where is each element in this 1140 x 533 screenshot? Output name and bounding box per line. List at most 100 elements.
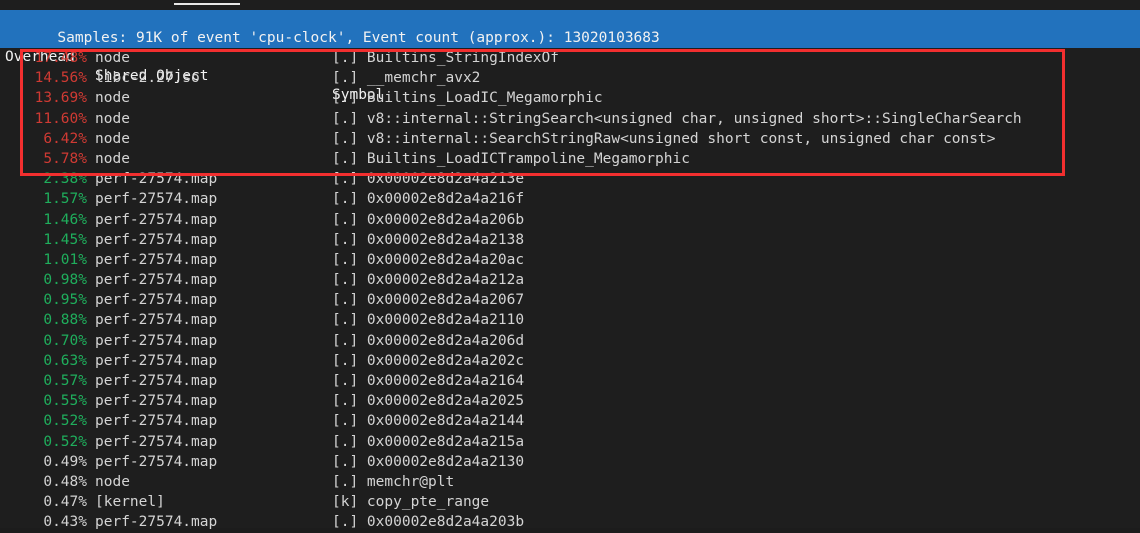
overhead-percent: 0.43% — [43, 514, 87, 531]
samples-summary-line: Samples: 91K of event 'cpu-clock', Event… — [0, 10, 1140, 46]
table-row[interactable]: 0.43% perf-27574.map [.] 0x00002e8d2a4a203… — [0, 512, 1140, 532]
shared-object-name: node — [95, 90, 130, 107]
symbol-cell: [.] 0x00002e8d2a4a212a — [332, 272, 525, 289]
shared-object-name: perf-27574.map — [95, 272, 218, 289]
symbol-cell: [.] 0x00002e8d2a4a202c — [332, 352, 525, 369]
table-row[interactable]: 0.52% perf-27574.map [.] 0x00002e8d2a4a214… — [0, 411, 1140, 431]
symbol-cell: [.] v8::internal::SearchStringRaw<unsign… — [332, 130, 996, 147]
symbol-cell: [.] 0x00002e8d2a4a206b — [332, 211, 525, 228]
table-row[interactable]: 1.46% perf-27574.map [.] 0x00002e8d2a4a206… — [0, 210, 1140, 230]
symbol-cell: [.] 0x00002e8d2a4a2025 — [332, 393, 525, 410]
overhead-percent: 2.38% — [43, 171, 87, 188]
column-header-row: Overhead Shared Object Symbol — [0, 29, 1140, 103]
table-row[interactable]: 1.01% perf-27574.map [.] 0x00002e8d2a4a20a… — [0, 250, 1140, 270]
perf-report-terminal: Samples: 91K of event 'cpu-clock', Event… — [0, 0, 1140, 530]
shared-object-name: node — [95, 150, 130, 167]
table-row[interactable]: 6.42% node [.] v8::internal::SearchStringR… — [0, 129, 1140, 149]
shared-object-name: perf-27574.map — [95, 352, 218, 369]
symbol-cell: [.] v8::internal::StringSearch<unsigned … — [332, 110, 1022, 127]
table-row[interactable]: 11.60% node [.] v8::internal::StringSearch… — [0, 109, 1140, 129]
symbol-cell: [.] 0x00002e8d2a4a2130 — [332, 453, 525, 470]
table-row[interactable]: 1.57% perf-27574.map [.] 0x00002e8d2a4a216… — [0, 189, 1140, 209]
shared-object-name: perf-27574.map — [95, 191, 218, 208]
shared-object-name: [kernel] — [95, 494, 165, 511]
symbol-cell: [.] memchr@plt — [332, 473, 455, 490]
overhead-percent: 1.45% — [43, 231, 87, 248]
table-row[interactable]: 13.69% node [.] Builtins_LoadIC_Megamorphi… — [0, 88, 1140, 108]
overhead-percent: 1.01% — [43, 251, 87, 268]
table-row[interactable]: 2.38% perf-27574.map [.] 0x00002e8d2a4a213… — [0, 169, 1140, 189]
symbol-cell: [.] 0x00002e8d2a4a2144 — [332, 413, 525, 430]
table-row[interactable]: 0.49% perf-27574.map [.] 0x00002e8d2a4a213… — [0, 452, 1140, 472]
overhead-percent: 0.57% — [43, 373, 87, 389]
overhead-percent: 11.60% — [34, 110, 87, 127]
overhead-percent: 0.52% — [43, 433, 87, 450]
shared-object-name: perf-27574.map — [95, 171, 218, 188]
overhead-percent: 13.69% — [34, 90, 87, 107]
symbol-cell: [.] Builtins_StringIndexOf — [332, 50, 559, 66]
overhead-percent: 0.95% — [43, 292, 87, 309]
overhead-percent: 0.55% — [43, 393, 87, 410]
overhead-percent: 0.47% — [43, 494, 87, 511]
table-row[interactable]: 1.45% perf-27574.map [.] 0x00002e8d2a4a213… — [0, 230, 1140, 250]
table-row[interactable]: 0.70% perf-27574.map [.] 0x00002e8d2a4a206… — [0, 331, 1140, 351]
overhead-percent: 0.52% — [43, 413, 87, 430]
shared-object-name: perf-27574.map — [95, 292, 218, 309]
symbol-cell: [.] 0x00002e8d2a4a2067 — [332, 292, 525, 309]
overhead-percent: 0.49% — [43, 453, 87, 470]
symbol-cell: [.] 0x00002e8d2a4a215a — [332, 433, 525, 450]
shared-object-name: node — [95, 50, 130, 66]
shared-object-name: libc-2.27.so — [95, 70, 200, 87]
table-row[interactable]: 5.78% node [.] Builtins_LoadICTrampoline_M… — [0, 149, 1140, 169]
table-row[interactable]: 0.52% perf-27574.map [.] 0x00002e8d2a4a215… — [0, 432, 1140, 452]
symbol-cell: [.] 0x00002e8d2a4a216f — [332, 191, 525, 208]
table-row[interactable]: 0.88% perf-27574.map [.] 0x00002e8d2a4a211… — [0, 310, 1140, 330]
symbol-cell: [.] Builtins_LoadICTrampoline_Megamorphi… — [332, 150, 690, 167]
shared-object-name: perf-27574.map — [95, 251, 218, 268]
shared-object-name: node — [95, 473, 130, 490]
overhead-percent: 0.70% — [43, 332, 87, 349]
table-row[interactable]: 0.98% perf-27574.map [.] 0x00002e8d2a4a212… — [0, 270, 1140, 290]
symbol-cell: [.] 0x00002e8d2a4a20ac — [332, 251, 525, 268]
overhead-percent: 1.57% — [43, 191, 87, 208]
overhead-percent: 0.98% — [43, 272, 87, 289]
overhead-percent: 6.42% — [43, 130, 87, 147]
shared-object-name: node — [95, 130, 130, 147]
shared-object-name: perf-27574.map — [95, 312, 218, 329]
overhead-percent: 0.88% — [43, 312, 87, 329]
symbol-cell: [.] __memchr_avx2 — [332, 70, 481, 87]
overhead-percent: 1.46% — [43, 211, 87, 228]
table-row[interactable]: 0.47% [kernel] [k] copy_pte_range — [0, 492, 1140, 512]
overhead-percent: 14.56% — [34, 70, 87, 87]
symbol-cell: [.] 0x00002e8d2a4a2110 — [332, 312, 525, 329]
table-row[interactable]: 0.57% perf-27574.map [.] 0x00002e8d2a4a216… — [0, 371, 1140, 391]
shared-object-name: node — [95, 110, 130, 127]
shared-object-name: perf-27574.map — [95, 332, 218, 349]
overhead-percent: 17.48% — [34, 50, 87, 66]
symbol-cell: [.] Builtins_LoadIC_Megamorphic — [332, 90, 603, 107]
symbol-cell: [.] 0x00002e8d2a4a2164 — [332, 373, 525, 389]
shared-object-name: perf-27574.map — [95, 413, 218, 430]
shared-object-name: perf-27574.map — [95, 211, 218, 228]
table-row[interactable]: 0.95% perf-27574.map [.] 0x00002e8d2a4a206… — [0, 290, 1140, 310]
table-row[interactable]: 14.56% libc-2.27.so [.] __memchr_avx2 — [0, 68, 1140, 88]
symbol-cell: [.] 0x00002e8d2a4a213e — [332, 171, 525, 188]
table-row[interactable]: 0.63% perf-27574.map [.] 0x00002e8d2a4a202… — [0, 351, 1140, 371]
shared-object-name: perf-27574.map — [95, 514, 218, 531]
symbol-cell: [.] 0x00002e8d2a4a203b — [332, 514, 525, 531]
overhead-percent: 0.48% — [43, 473, 87, 490]
perf-report-row-list[interactable]: 17.48% node [.] Builtins_StringIndexOf 14.5… — [0, 48, 1140, 533]
window-top-rule — [174, 3, 240, 5]
table-row[interactable]: 0.55% perf-27574.map [.] 0x00002e8d2a4a202… — [0, 391, 1140, 411]
shared-object-name: perf-27574.map — [95, 373, 218, 389]
shared-object-name: perf-27574.map — [95, 231, 218, 248]
shared-object-name: perf-27574.map — [95, 453, 218, 470]
shared-object-name: perf-27574.map — [95, 393, 218, 410]
overhead-percent: 0.63% — [43, 352, 87, 369]
table-row[interactable]: 0.48% node [.] memchr@plt — [0, 472, 1140, 492]
table-row[interactable]: 17.48% node [.] Builtins_StringIndexOf — [0, 48, 1140, 68]
symbol-cell: [.] 0x00002e8d2a4a2138 — [332, 231, 525, 248]
overhead-percent: 5.78% — [43, 150, 87, 167]
shared-object-name: perf-27574.map — [95, 433, 218, 450]
perf-header-bar: Samples: 91K of event 'cpu-clock', Event… — [0, 10, 1140, 103]
